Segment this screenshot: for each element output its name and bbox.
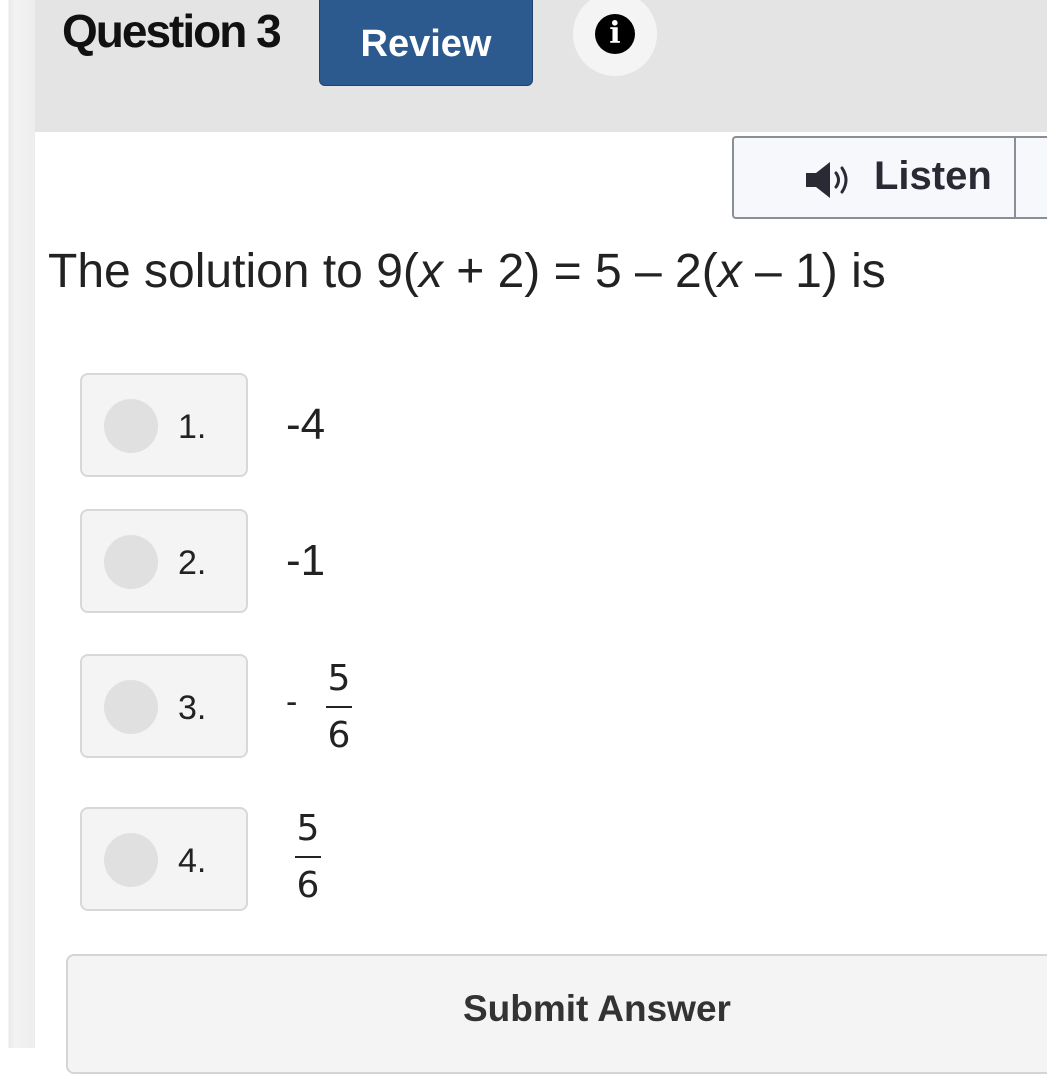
speaker-icon [806, 162, 848, 198]
answer-option-1[interactable]: 1. [80, 373, 248, 477]
option-number: 4. [178, 842, 207, 880]
question-variable: x [418, 245, 443, 298]
option-number: 2. [178, 544, 207, 582]
fraction-bar [295, 856, 321, 858]
question-title: Question 3 [62, 5, 282, 57]
radio-button[interactable] [104, 535, 158, 589]
fraction-bar [326, 706, 352, 708]
question-variable: x [717, 245, 742, 298]
question-text: The solution to 9(x + 2) = 5 – 2(x – 1) … [48, 244, 886, 299]
negative-sign: - [286, 683, 298, 721]
app-frame: Question 3 Review i Listen The solution … [0, 0, 1047, 1074]
info-icon: i [595, 14, 635, 54]
radio-button[interactable] [104, 833, 158, 887]
listen-divider [1014, 138, 1016, 217]
answer-option-2[interactable]: 2. [80, 509, 248, 613]
fraction-numerator: 5 [327, 658, 351, 699]
option-value: -1 [286, 536, 326, 585]
left-edge-shadow [0, 0, 35, 1048]
fraction-numerator: 5 [296, 808, 320, 849]
question-prefix: The solution to 9( [48, 245, 419, 298]
fraction-denominator: 6 [327, 715, 351, 756]
option-value: -4 [286, 400, 326, 449]
question-suffix: – 1) is [741, 245, 886, 298]
fraction-denominator: 6 [296, 865, 320, 906]
radio-button[interactable] [104, 399, 158, 453]
option-number: 1. [178, 408, 207, 446]
option-number: 3. [178, 689, 207, 727]
fraction: 5 6 [295, 811, 321, 904]
question-middle: + 2) = 5 – 2( [442, 245, 718, 298]
listen-label: Listen [874, 154, 992, 198]
radio-button[interactable] [104, 680, 158, 734]
answer-option-4[interactable]: 4. [80, 807, 248, 911]
submit-answer-label: Submit Answer [463, 988, 731, 1029]
answer-option-3[interactable]: 3. [80, 654, 248, 758]
listen-button[interactable]: Listen [732, 136, 1047, 219]
fraction: 5 6 [326, 661, 352, 754]
review-button-label: Review [360, 22, 492, 65]
submit-answer-button[interactable]: Submit Answer [66, 954, 1047, 1074]
review-button[interactable]: Review [319, 0, 533, 86]
